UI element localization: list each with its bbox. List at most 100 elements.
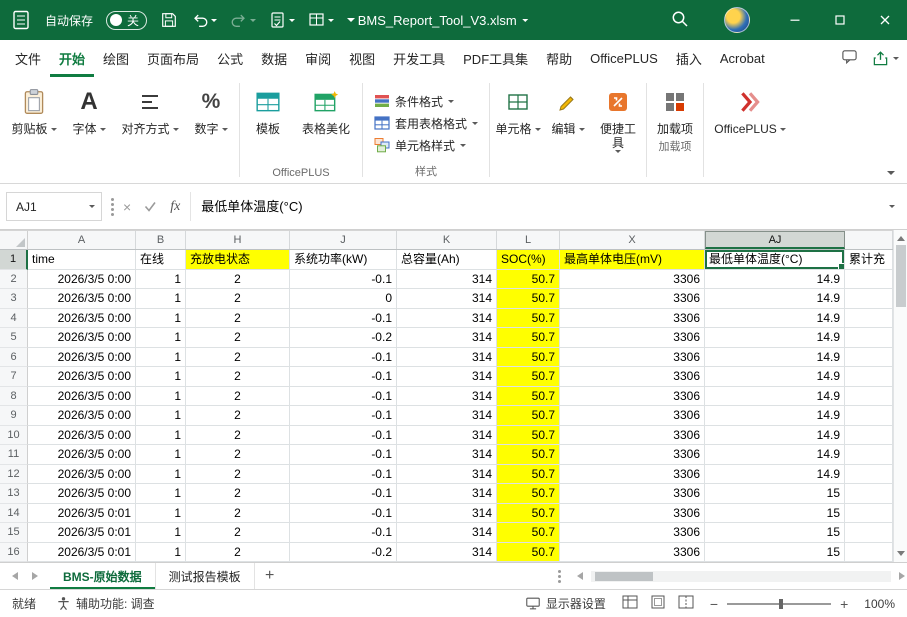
cell-K16[interactable]: 314 xyxy=(397,542,497,562)
addins-button[interactable]: 加载项 xyxy=(650,77,700,136)
cell-next6[interactable] xyxy=(845,347,893,367)
row-header-15[interactable]: 15 xyxy=(0,523,28,543)
quick-access-doc-check-button[interactable] xyxy=(269,11,296,29)
formula-input[interactable]: 最低单体温度(°C) xyxy=(190,192,883,221)
cell-next12[interactable] xyxy=(845,464,893,484)
cell-J14[interactable]: -0.1 xyxy=(290,503,397,523)
row-header-5[interactable]: 5 xyxy=(0,328,28,348)
cell-next10[interactable] xyxy=(845,425,893,445)
page-layout-view-button[interactable] xyxy=(650,595,666,612)
cell-A14[interactable]: 2026/3/5 0:01 xyxy=(28,503,136,523)
zoom-in-button[interactable]: + xyxy=(840,596,848,612)
cell-B10[interactable]: 1 xyxy=(136,425,186,445)
cell-AJ14[interactable]: 15 xyxy=(705,503,845,523)
undo-button[interactable] xyxy=(191,11,218,29)
cell-K2[interactable]: 314 xyxy=(397,269,497,289)
column-header-L[interactable]: L xyxy=(497,231,560,249)
cell-L11[interactable]: 50.7 xyxy=(497,445,560,465)
cell-next16[interactable] xyxy=(845,542,893,562)
cell-B8[interactable]: 1 xyxy=(136,386,186,406)
cell-A4[interactable]: 2026/3/5 0:00 xyxy=(28,308,136,328)
cell-K15[interactable]: 314 xyxy=(397,523,497,543)
search-button[interactable] xyxy=(670,9,690,32)
comments-button[interactable] xyxy=(841,48,858,70)
row-header-8[interactable]: 8 xyxy=(0,386,28,406)
prev-sheet-arrow[interactable] xyxy=(12,572,18,580)
cells-button[interactable]: 单元格 xyxy=(493,77,543,183)
cell-K4[interactable]: 314 xyxy=(397,308,497,328)
cell-H10[interactable]: 2 xyxy=(186,425,290,445)
clipboard-button[interactable]: 剪贴板 xyxy=(4,77,64,183)
cell-J8[interactable]: -0.1 xyxy=(290,386,397,406)
column-header-X[interactable]: X xyxy=(560,231,705,249)
cell-H7[interactable]: 2 xyxy=(186,367,290,387)
scroll-up-arrow[interactable] xyxy=(896,236,905,241)
ribbon-tab-PDF工具集[interactable]: PDF工具集 xyxy=(454,40,537,77)
cell-A10[interactable]: 2026/3/5 0:00 xyxy=(28,425,136,445)
cell-H5[interactable]: 2 xyxy=(186,328,290,348)
column-header-H[interactable]: H xyxy=(186,231,290,249)
document-title[interactable]: BMS_Report_Tool_V3.xlsm xyxy=(358,13,529,28)
select-all-corner[interactable] xyxy=(0,231,28,249)
cell-A3[interactable]: 2026/3/5 0:00 xyxy=(28,289,136,309)
cell-X5[interactable]: 3306 xyxy=(560,328,705,348)
cell-B15[interactable]: 1 xyxy=(136,523,186,543)
column-header-B[interactable]: B xyxy=(136,231,186,249)
cell-J16[interactable]: -0.2 xyxy=(290,542,397,562)
redo-button[interactable] xyxy=(230,11,257,29)
cell-B1[interactable]: 在线 xyxy=(136,250,186,270)
row-header-11[interactable]: 11 xyxy=(0,445,28,465)
user-avatar[interactable] xyxy=(724,7,750,33)
cell-next1[interactable]: 累计充 xyxy=(845,250,893,270)
cell-B5[interactable]: 1 xyxy=(136,328,186,348)
cell-J1[interactable]: 系统功率(kW) xyxy=(290,250,397,270)
cell-J7[interactable]: -0.1 xyxy=(290,367,397,387)
ribbon-tab-绘图[interactable]: 绘图 xyxy=(94,40,138,77)
name-box[interactable]: AJ1 xyxy=(6,192,102,221)
cell-AJ8[interactable]: 14.9 xyxy=(705,386,845,406)
row-header-12[interactable]: 12 xyxy=(0,464,28,484)
cell-A15[interactable]: 2026/3/5 0:01 xyxy=(28,523,136,543)
column-header-next[interactable] xyxy=(845,231,893,249)
row-header-9[interactable]: 9 xyxy=(0,406,28,426)
quick-access-table-edit-button[interactable] xyxy=(308,11,335,29)
vertical-scroll-thumb[interactable] xyxy=(895,245,906,307)
row-header-2[interactable]: 2 xyxy=(0,269,28,289)
row-header-7[interactable]: 7 xyxy=(0,367,28,387)
maximize-button[interactable] xyxy=(817,0,862,40)
cell-K9[interactable]: 314 xyxy=(397,406,497,426)
cell-J13[interactable]: -0.1 xyxy=(290,484,397,504)
cell-L10[interactable]: 50.7 xyxy=(497,425,560,445)
cell-AJ6[interactable]: 14.9 xyxy=(705,347,845,367)
cell-AJ7[interactable]: 14.9 xyxy=(705,367,845,387)
cell-L15[interactable]: 50.7 xyxy=(497,523,560,543)
cell-AJ2[interactable]: 14.9 xyxy=(705,269,845,289)
enter-button[interactable] xyxy=(144,199,157,215)
minimize-button[interactable] xyxy=(772,0,817,40)
cell-X6[interactable]: 3306 xyxy=(560,347,705,367)
ribbon-tab-开始[interactable]: 开始 xyxy=(50,40,94,77)
font-button[interactable]: A 字体 xyxy=(64,77,114,183)
cell-J15[interactable]: -0.1 xyxy=(290,523,397,543)
cell-J5[interactable]: -0.2 xyxy=(290,328,397,348)
alignment-button[interactable]: 对齐方式 xyxy=(114,77,186,183)
cell-B13[interactable]: 1 xyxy=(136,484,186,504)
row-header-1[interactable]: 1 xyxy=(0,250,28,270)
cell-K14[interactable]: 314 xyxy=(397,503,497,523)
hscroll-right-arrow[interactable] xyxy=(899,572,905,580)
page-break-view-button[interactable] xyxy=(678,595,694,612)
ribbon-tab-视图[interactable]: 视图 xyxy=(340,40,384,77)
excel-app-icon[interactable] xyxy=(10,9,32,31)
zoom-slider-handle[interactable] xyxy=(779,598,784,609)
cell-A5[interactable]: 2026/3/5 0:00 xyxy=(28,328,136,348)
cell-A6[interactable]: 2026/3/5 0:00 xyxy=(28,347,136,367)
horizontal-scroll-thumb[interactable] xyxy=(595,571,653,581)
cell-AJ15[interactable]: 15 xyxy=(705,523,845,543)
cell-J10[interactable]: -0.1 xyxy=(290,425,397,445)
quick-access-customize-chevron[interactable] xyxy=(347,18,356,22)
cell-X8[interactable]: 3306 xyxy=(560,386,705,406)
close-button[interactable] xyxy=(862,0,907,40)
row-header-3[interactable]: 3 xyxy=(0,289,28,309)
cell-next4[interactable] xyxy=(845,308,893,328)
cell-AJ5[interactable]: 14.9 xyxy=(705,328,845,348)
